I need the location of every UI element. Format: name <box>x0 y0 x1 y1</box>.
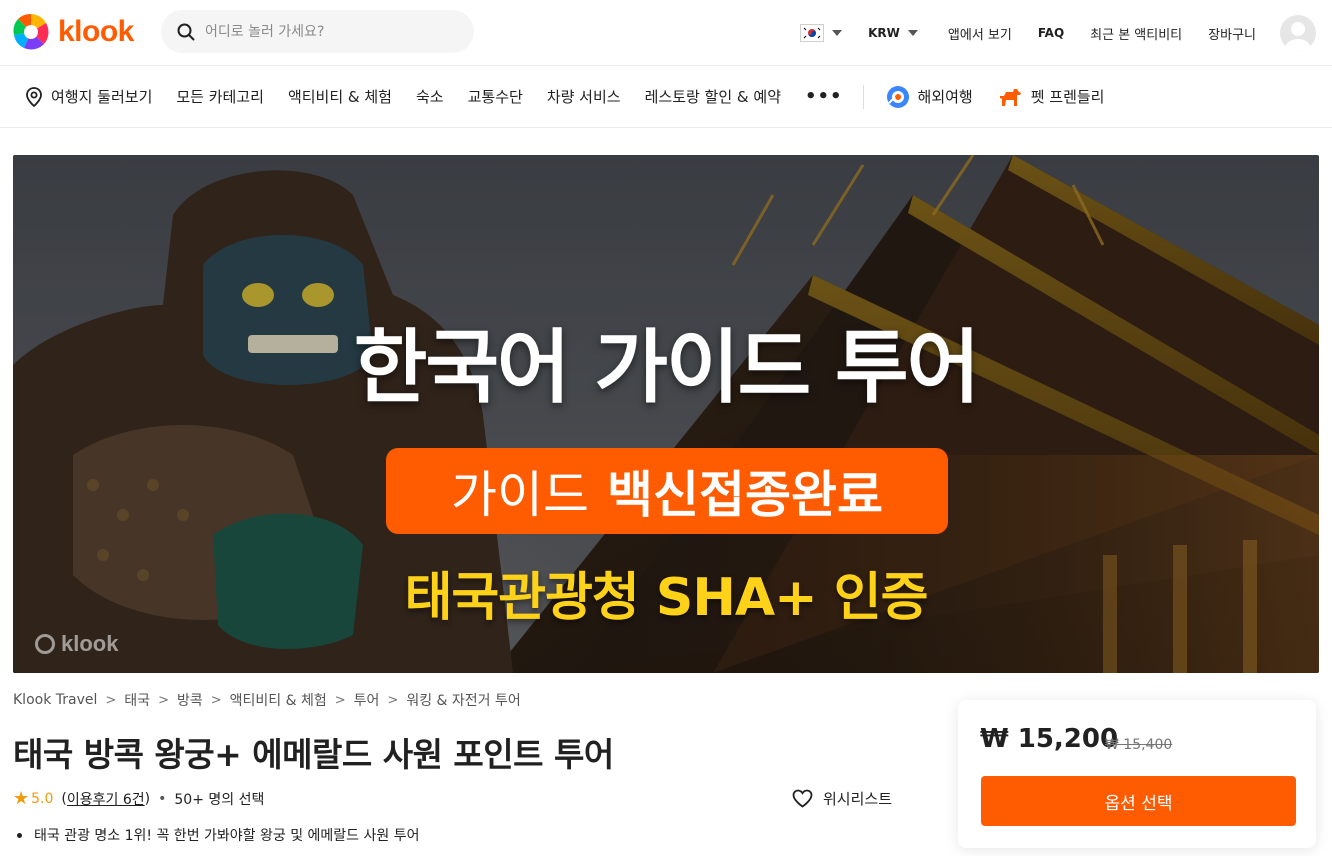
breadcrumb: Klook Travel > 태국 > 방콕 > 액티비티 & 체험 > 투어 > 워킹 … <box>13 690 521 710</box>
hero-subline: 태국관광청 SHA+ 인증 <box>404 568 929 628</box>
nav-pet-label: 펫 프렌들리 <box>1030 88 1105 106</box>
nav-divider <box>862 84 864 109</box>
breadcrumb-item[interactable]: 태국 <box>124 690 150 710</box>
user-avatar[interactable] <box>1280 15 1316 51</box>
bullet-dot <box>17 832 22 838</box>
globe-plane-icon <box>886 85 909 108</box>
top-right-menu: KRW 앱에서 보기 FAQ 최근 본 액티비티 장바구니 <box>800 0 1332 66</box>
nav-pet-friendly[interactable]: 펫 프렌들리 <box>997 86 1105 108</box>
badge-guide-label: 가이드 <box>451 466 589 524</box>
nav-all-categories[interactable]: 모든 카테고리 <box>176 86 264 107</box>
korea-flag-icon <box>800 24 825 42</box>
chevron-right-icon: > <box>158 692 169 708</box>
rating-score: 5.0 <box>31 790 54 807</box>
klook-logo[interactable]: klook <box>12 13 134 51</box>
more-menu-icon[interactable]: ••• <box>805 86 843 107</box>
dog-icon <box>999 88 1021 106</box>
chevron-right-icon: > <box>334 692 346 708</box>
breadcrumb-item[interactable]: 액티비티 & 체험 <box>230 690 327 710</box>
product-title: 태국 방콕 왕궁+ 에메랄드 사원 포인트 투어 <box>13 735 614 774</box>
chevron-down-icon <box>907 30 918 36</box>
nav-activities[interactable]: 액티비티 & 체험 <box>288 86 392 107</box>
current-price: ₩ 15,200 <box>980 724 1119 754</box>
hero-watermark: klook <box>35 631 118 657</box>
select-option-button[interactable]: 옵션 선택 <box>981 776 1296 826</box>
highlight-item: 태국 관광 명소 1위! 꼭 한번 가봐야할 왕궁 및 에메랄드 사원 투어 <box>13 825 419 845</box>
breadcrumb-item[interactable]: Klook Travel <box>13 692 97 708</box>
watermark-logo-icon <box>35 634 55 654</box>
price-card: ₩ 15,200 ₩ 15,400 옵션 선택 <box>958 700 1316 848</box>
nav-restaurant[interactable]: 레스토랑 할인 & 예약 <box>645 86 781 107</box>
watermark-text: klook <box>61 631 119 656</box>
breadcrumb-item[interactable]: 방콕 <box>177 690 203 710</box>
nav-overseas-label: 해외여행 <box>917 88 973 106</box>
top-header: klook KRW 앱 <box>0 0 1332 66</box>
category-nav: 여행지 둘러보기 모든 카테고리 액티비티 & 체험 숙소 교통수단 차량 서비… <box>0 66 1332 128</box>
nav-car-service[interactable]: 차량 서비스 <box>547 86 621 107</box>
heart-icon <box>792 789 813 808</box>
breadcrumb-item[interactable]: 투어 <box>354 690 380 710</box>
search-bar[interactable] <box>161 10 474 53</box>
meta-separator: • <box>158 790 167 807</box>
chevron-right-icon: > <box>105 692 117 708</box>
cart-link[interactable]: 장바구니 <box>1208 24 1256 43</box>
highlight-text: 태국 관광 명소 1위! 꼭 한번 가봐야할 왕궁 및 에메랄드 사원 투어 <box>34 828 420 844</box>
language-selector[interactable] <box>800 24 843 42</box>
wishlist-button[interactable]: 위시리스트 <box>792 788 892 809</box>
search-input[interactable] <box>205 23 445 40</box>
rating-row: ★ 5.0 ( 이용후기 6건 ) • 50+ 명의 선택 <box>13 788 264 809</box>
booked-count: 50+ 명의 선택 <box>174 791 265 808</box>
nav-overseas-travel[interactable]: 해외여행 <box>886 85 973 109</box>
review-paren-close: ) <box>144 790 151 807</box>
original-price: ₩ 15,400 <box>1105 737 1173 753</box>
nav-transport[interactable]: 교통수단 <box>468 86 523 107</box>
faq-link[interactable]: FAQ <box>1038 26 1064 40</box>
nav-destinations-label: 여행지 둘러보기 <box>51 88 153 106</box>
currency-label: KRW <box>868 26 900 40</box>
hero-headline: 한국어 가이드 투어 <box>353 321 981 414</box>
location-pin-icon <box>26 86 42 107</box>
currency-selector[interactable]: KRW <box>868 26 918 40</box>
app-view-link[interactable]: 앱에서 보기 <box>948 24 1012 43</box>
chevron-right-icon: > <box>387 692 399 708</box>
chevron-right-icon: > <box>210 692 222 708</box>
vaccination-badge: 가이드 백신접종완료 <box>386 448 948 534</box>
nav-accommodation[interactable]: 숙소 <box>416 86 444 107</box>
badge-vaccinated-label: 백신접종완료 <box>607 466 883 524</box>
breadcrumb-item[interactable]: 워킹 & 자전거 투어 <box>406 690 520 710</box>
hero-banner[interactable]: 한국어 가이드 투어 가이드 백신접종완료 태국관광청 SHA+ 인증 kloo… <box>13 155 1319 673</box>
star-icon: ★ <box>13 788 30 809</box>
search-icon <box>177 23 195 40</box>
wishlist-label: 위시리스트 <box>823 790 893 808</box>
chevron-down-icon <box>832 30 843 36</box>
klook-logo-icon <box>13 13 49 50</box>
recent-activities-link[interactable]: 최근 본 액티비티 <box>1090 24 1182 43</box>
user-icon <box>1285 22 1311 51</box>
klook-wordmark: klook <box>58 15 134 48</box>
nav-destinations[interactable]: 여행지 둘러보기 <box>25 86 152 107</box>
review-count-link[interactable]: 이용후기 6건 <box>67 789 145 809</box>
